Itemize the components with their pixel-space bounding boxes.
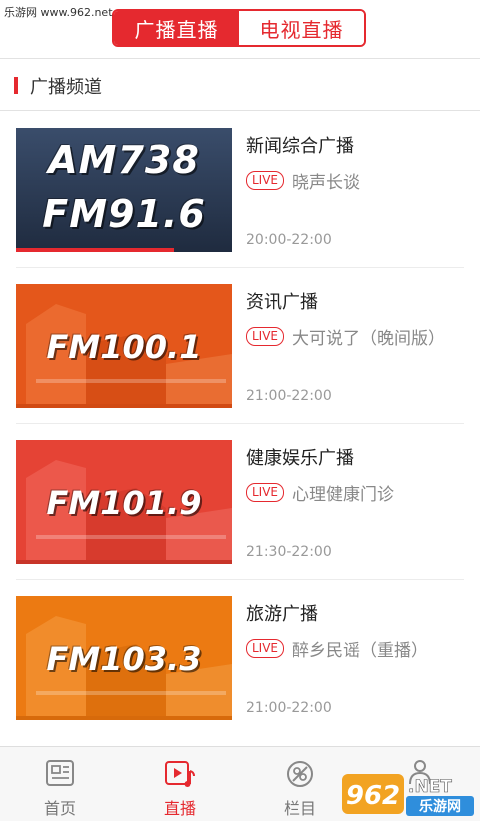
channel-thumbnail: FM103.3: [16, 596, 232, 720]
channel-name: 旅游广播: [246, 604, 318, 625]
program-name: 心理健康门诊: [292, 485, 395, 505]
thumbnail-text: FM100.1: [46, 328, 202, 366]
section-accent-bar: [14, 77, 18, 94]
program-time: 21:30-22:00: [246, 544, 332, 560]
live-music-icon: [165, 761, 195, 787]
tab-radio-live[interactable]: 广播直播: [114, 11, 239, 45]
live-type-switch: 广播直播 电视直播: [112, 9, 366, 47]
program-name: 晓声长谈: [292, 173, 361, 193]
channel-item[interactable]: AM738 FM91.6 新闻综合广播 LIVE 晓声长谈 20:00-22:0…: [16, 112, 464, 268]
live-row: LIVE 醉乡民谣（重播）: [246, 636, 428, 661]
channel-name: 健康娱乐广播: [246, 448, 354, 469]
site-watermark-logo: 962 .NET 乐游网: [342, 774, 474, 816]
logo-text-962: 962: [346, 781, 400, 811]
channel-item[interactable]: FM100.1 资讯广播 LIVE 大可说了（晚间版） 21:00-22:00: [16, 268, 464, 424]
channel-thumbnail: FM101.9: [16, 440, 232, 564]
thumbnail-text: FM101.9: [46, 484, 202, 522]
channel-name: 新闻综合广播: [246, 136, 354, 157]
live-row: LIVE 心理健康门诊: [246, 480, 394, 505]
logo-text-cn: 乐游网: [419, 798, 461, 815]
live-row: LIVE 晓声长谈: [246, 168, 360, 193]
channel-thumbnail: AM738 FM91.6: [16, 128, 232, 252]
progress-bar: [16, 248, 174, 252]
live-badge: LIVE: [246, 639, 285, 658]
logo-text-net: .NET: [408, 777, 452, 797]
progress-bar: [16, 404, 232, 408]
tab-label: 直播: [163, 799, 196, 818]
progress-bar: [16, 560, 232, 564]
program-time: 20:00-22:00: [246, 232, 332, 248]
program-name: 醉乡民谣（重播）: [292, 641, 429, 661]
thumbnail-text-fm: FM91.6: [42, 192, 206, 236]
tab-live[interactable]: 直播: [120, 747, 240, 821]
section-header: 广播频道: [0, 59, 480, 111]
live-badge: LIVE: [246, 171, 285, 190]
channel-thumbnail: FM100.1: [16, 284, 232, 408]
program-time: 21:00-22:00: [246, 700, 332, 716]
thumbnail-text: FM103.3: [46, 640, 202, 678]
channel-name: 资讯广播: [246, 292, 318, 313]
channel-list: AM738 FM91.6 新闻综合广播 LIVE 晓声长谈 20:00-22:0…: [16, 112, 464, 736]
channel-item[interactable]: FM103.3 旅游广播 LIVE 醉乡民谣（重播） 21:00-22:00: [16, 580, 464, 736]
tab-label: 首页: [43, 799, 76, 818]
thumbnail-text-am: AM738: [48, 138, 200, 182]
progress-bar: [16, 716, 232, 720]
tab-tv-live[interactable]: 电视直播: [239, 11, 364, 45]
section-title: 广播频道: [30, 77, 102, 98]
channel-item[interactable]: FM101.9 健康娱乐广播 LIVE 心理健康门诊 21:30-22:00: [16, 424, 464, 580]
site-watermark: 乐游网 www.962.net: [4, 6, 113, 19]
live-badge: LIVE: [246, 483, 285, 502]
tab-home[interactable]: 首页: [0, 747, 120, 821]
columns-icon: [287, 761, 313, 787]
live-badge: LIVE: [246, 327, 285, 346]
news-icon: [46, 760, 74, 786]
program-name: 大可说了（晚间版）: [292, 329, 446, 349]
program-time: 21:00-22:00: [246, 388, 332, 404]
live-row: LIVE 大可说了（晚间版）: [246, 324, 445, 349]
